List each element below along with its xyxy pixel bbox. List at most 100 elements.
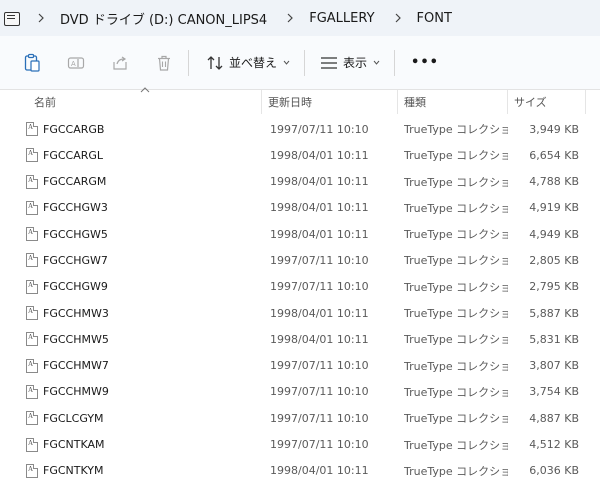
file-name: FGCNTKAM <box>43 438 105 452</box>
view-label: 表示 <box>343 56 368 70</box>
file-size: 4,788 KB <box>529 175 579 189</box>
file-date: 1997/07/11 10:10 <box>270 385 369 399</box>
table-row[interactable]: FGCCHMW5 1998/04/01 10:11 TrueType コレクショ… <box>0 326 600 352</box>
file-type: TrueType コレクショ... <box>404 412 508 426</box>
table-row[interactable]: FGCCHGW9 1997/07/11 10:10 TrueType コレクショ… <box>0 274 600 300</box>
table-row[interactable]: FGCCHMW3 1998/04/01 10:11 TrueType コレクショ… <box>0 300 600 326</box>
file-name: FGCCARGB <box>43 122 105 136</box>
view-icon <box>319 49 339 77</box>
rename-icon: A <box>62 49 90 77</box>
font-file-icon <box>26 148 38 163</box>
file-date: 1998/04/01 10:11 <box>270 227 369 241</box>
file-date: 1997/07/11 10:10 <box>270 359 369 373</box>
table-row[interactable]: FGCCHGW3 1998/04/01 10:11 TrueType コレクショ… <box>0 195 600 221</box>
file-size: 5,887 KB <box>529 306 579 320</box>
file-name: FGCCARGL <box>43 148 104 162</box>
file-type: TrueType コレクショ... <box>404 254 508 268</box>
paste-button[interactable] <box>18 46 46 80</box>
chevron-right-icon[interactable] <box>393 13 403 23</box>
file-type: TrueType コレクショ... <box>404 123 508 136</box>
breadcrumb-item-fgallery[interactable]: FGALLERY <box>307 8 376 29</box>
chevron-down-icon <box>373 59 380 66</box>
file-size: 4,949 KB <box>529 227 579 241</box>
breadcrumb-item-font[interactable]: FONT <box>415 8 454 29</box>
file-date: 1998/04/01 10:11 <box>270 464 369 478</box>
toolbar-divider <box>304 49 306 76</box>
rename-button[interactable]: A <box>62 46 90 80</box>
sort-icon <box>205 49 225 77</box>
toolbar-divider <box>188 49 189 76</box>
file-type: TrueType コレクショ... <box>404 201 508 215</box>
file-size: 3,949 KB <box>529 122 579 136</box>
font-file-icon <box>26 437 38 452</box>
file-size: 4,512 KB <box>529 438 579 452</box>
file-type: TrueType コレクショ... <box>404 228 508 242</box>
file-type: TrueType コレクショ... <box>404 333 508 347</box>
file-name: FGCNTKYM <box>43 464 104 478</box>
font-file-icon <box>26 122 38 136</box>
file-type: TrueType コレクショ... <box>404 307 508 321</box>
column-header-row: 名前 更新日時 種類 サイズ <box>0 87 600 114</box>
file-name: FGCCHMW3 <box>43 306 109 320</box>
column-header-type[interactable]: 種類 <box>398 90 508 114</box>
table-row[interactable]: FGCCHGW7 1997/07/11 10:10 TrueType コレクショ… <box>0 247 600 273</box>
table-row[interactable]: FGCNTKAM 1997/07/11 10:10 TrueType コレクショ… <box>0 432 600 458</box>
font-file-icon <box>26 200 38 215</box>
font-file-icon <box>26 463 38 478</box>
column-header-date-label: 更新日時 <box>268 96 312 109</box>
file-date: 1997/07/11 10:10 <box>270 438 369 452</box>
column-header-size[interactable]: サイズ <box>508 90 586 114</box>
table-row[interactable]: FGCCHGW5 1998/04/01 10:11 TrueType コレクショ… <box>0 221 600 247</box>
font-file-icon <box>26 174 38 189</box>
file-size: 6,654 KB <box>529 148 579 162</box>
more-options-button[interactable]: ••• <box>403 46 447 80</box>
delete-icon <box>150 49 178 77</box>
column-header-date[interactable]: 更新日時 <box>262 90 398 114</box>
file-type: TrueType コレクショ... <box>404 280 508 294</box>
file-size: 4,887 KB <box>529 411 579 425</box>
font-file-icon <box>26 358 38 373</box>
file-type: TrueType コレクショ... <box>404 359 508 373</box>
file-name: FGCCHGW5 <box>43 227 108 241</box>
more-icon: ••• <box>411 55 439 70</box>
font-file-icon <box>26 306 38 321</box>
table-row[interactable]: FGCCHMW7 1997/07/11 10:10 TrueType コレクショ… <box>0 353 600 379</box>
column-header-name[interactable]: 名前 <box>28 90 262 114</box>
file-name: FGCCHGW7 <box>43 253 108 267</box>
delete-button[interactable] <box>150 46 178 80</box>
table-row[interactable]: FGCLCGYM 1997/07/11 10:10 TrueType コレクショ… <box>0 405 600 431</box>
table-row[interactable]: FGCCARGM 1998/04/01 10:11 TrueType コレクショ… <box>0 169 600 195</box>
view-button[interactable]: 表示 <box>313 46 386 80</box>
font-file-icon <box>26 253 38 268</box>
sort-button[interactable]: 並べ替え <box>199 46 296 80</box>
font-file-icon <box>26 227 38 242</box>
file-type: TrueType コレクショ... <box>404 464 508 478</box>
table-row[interactable]: FGCCARGL 1998/04/01 10:11 TrueType コレクショ… <box>0 142 600 168</box>
file-type: TrueType コレクショ... <box>404 175 508 189</box>
this-pc-icon[interactable] <box>4 11 20 26</box>
file-name: FGCCHMW7 <box>43 359 109 373</box>
font-file-icon <box>26 279 38 294</box>
share-icon <box>106 49 134 77</box>
file-size: 2,805 KB <box>529 253 579 267</box>
file-date: 1998/04/01 10:11 <box>270 332 369 346</box>
file-date: 1998/04/01 10:11 <box>270 201 369 215</box>
column-header-size-label: サイズ <box>514 96 547 109</box>
column-header-type-label: 種類 <box>404 96 426 109</box>
table-row[interactable]: FGCCARGB 1997/07/11 10:10 TrueType コレクショ… <box>0 116 600 142</box>
breadcrumb-item-dvd-drive[interactable]: DVD ドライブ (D:) CANON_LIPS4 <box>58 6 269 31</box>
column-header-name-label: 名前 <box>34 96 56 109</box>
file-name: FGCLCGYM <box>43 411 104 425</box>
file-date: 1998/04/01 10:11 <box>270 148 369 162</box>
font-file-icon <box>26 411 38 426</box>
chevron-right-icon[interactable] <box>36 13 46 23</box>
chevron-right-icon[interactable] <box>285 13 295 23</box>
file-date: 1997/07/11 10:10 <box>270 280 369 294</box>
file-date: 1998/04/01 10:11 <box>270 306 369 320</box>
table-row[interactable]: FGCCHMW9 1997/07/11 10:10 TrueType コレクショ… <box>0 379 600 405</box>
toolbar-divider <box>394 49 396 76</box>
font-file-icon <box>26 384 38 399</box>
table-row[interactable]: FGCNTKYM 1998/04/01 10:11 TrueType コレクショ… <box>0 458 600 484</box>
clipboard-icon <box>18 49 46 77</box>
share-button[interactable] <box>106 46 134 80</box>
